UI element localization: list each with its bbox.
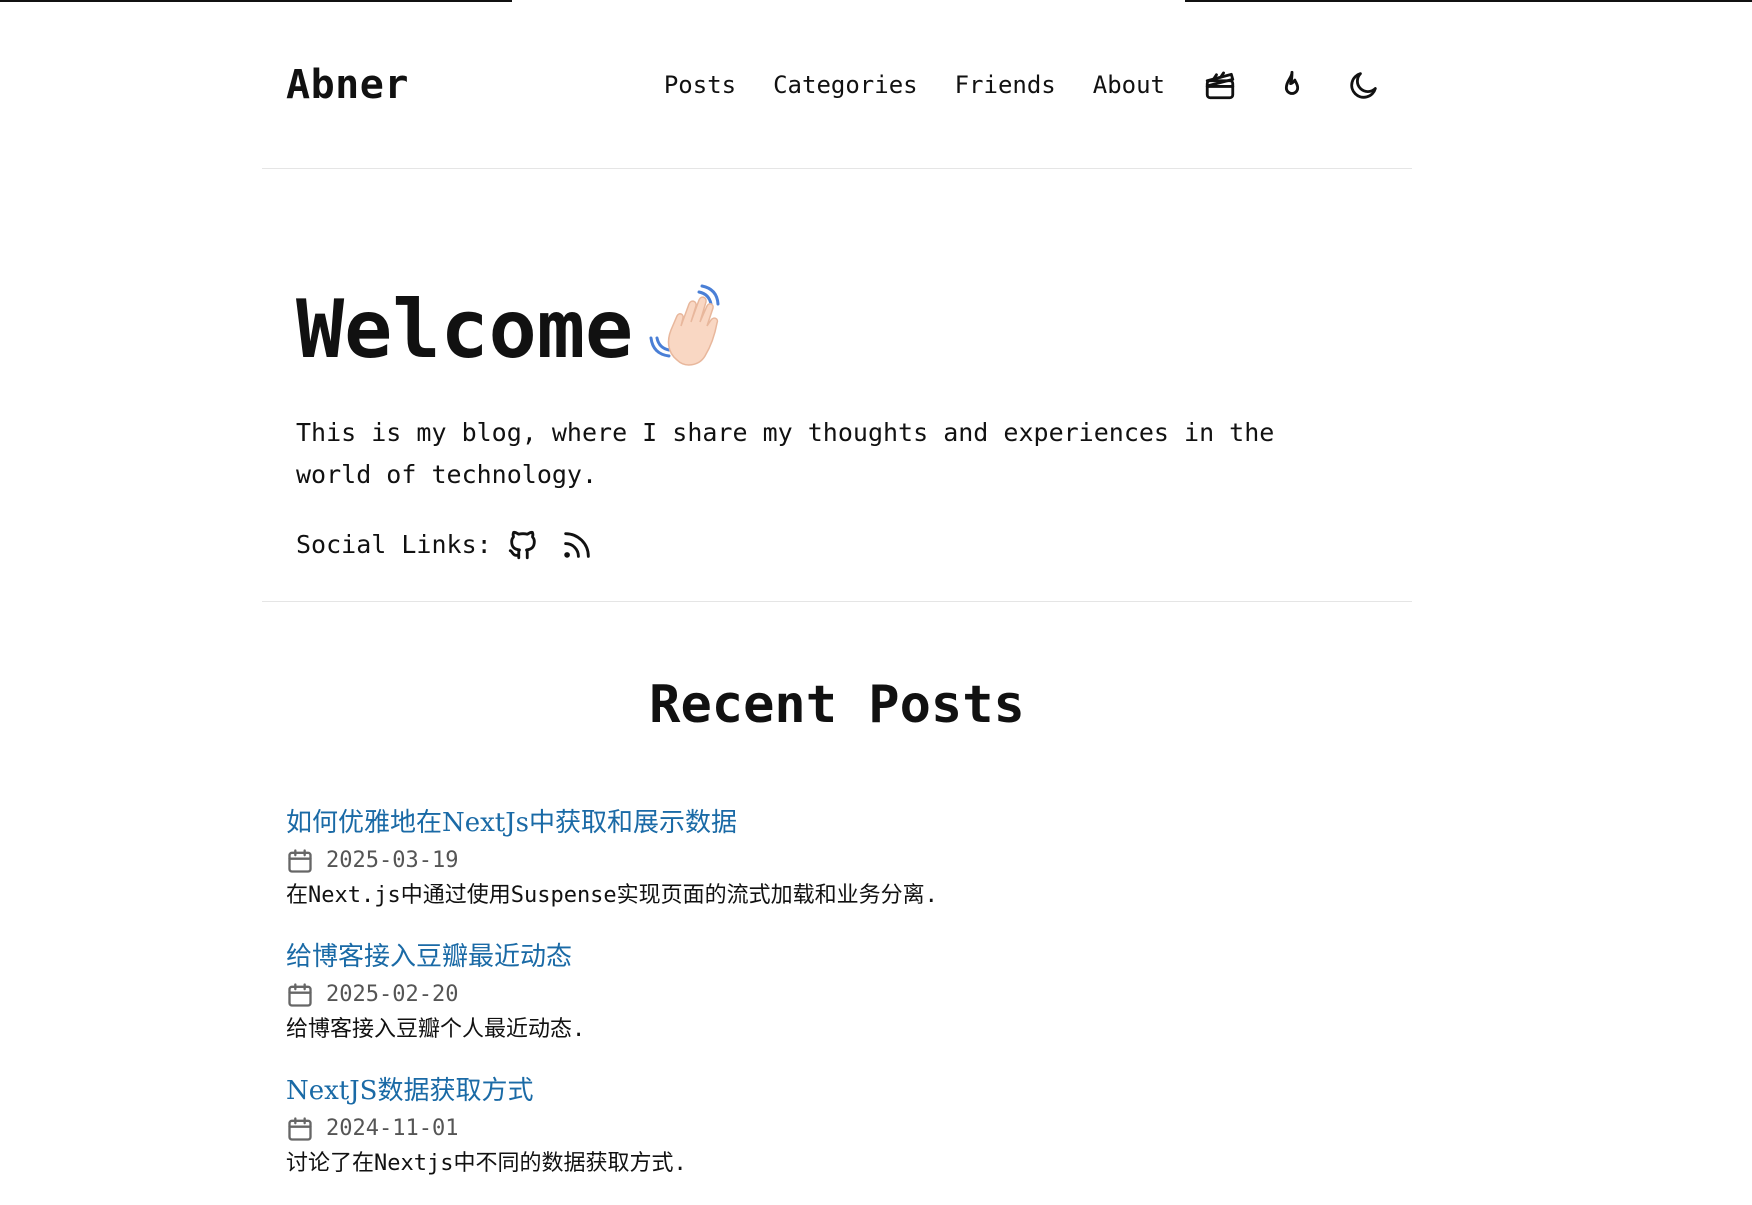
post-date-row: 2025-03-19 — [286, 843, 1386, 879]
post-date-row: 2025-02-20 — [286, 977, 1386, 1013]
page-container: Abner Posts Categories Friends About Wel… — [262, 0, 1412, 1176]
post-list: 如何优雅地在NextJs中获取和展示数据 2025-03-19 在Next.js… — [286, 803, 1386, 1205]
post-summary: 给博客接入豆瓣个人最近动态. — [286, 1017, 586, 1042]
recent-posts-heading: Recent Posts — [649, 675, 1025, 735]
post-date: 2024-11-01 — [326, 1116, 459, 1141]
post-title-link[interactable]: 如何优雅地在NextJs中获取和展示数据 — [286, 803, 1386, 843]
post-date: 2025-03-19 — [326, 848, 459, 873]
calendar-icon — [286, 1115, 314, 1143]
post-title-link[interactable]: NextJS数据获取方式 — [286, 1071, 1386, 1111]
social-links-label: Social Links: — [296, 530, 492, 559]
hero-title: Welcome — [296, 283, 634, 376]
hero-section: Welcome This is my blog, where I share m… — [262, 0, 1412, 602]
post-summary: 讨论了在Nextjs中不同的数据获取方式. — [286, 1151, 687, 1176]
post-date-row: 2024-11-01 — [286, 1111, 1386, 1147]
post-date: 2025-02-20 — [326, 982, 459, 1007]
post-item: NextJS数据获取方式 2024-11-01 讨论了在Nextjs中不同的数据… — [286, 1071, 1386, 1181]
post-summary: 在Next.js中通过使用Suspense实现页面的流式加载和业务分离. — [286, 883, 938, 908]
calendar-icon — [286, 981, 314, 1009]
social-links-row: Social Links: — [296, 522, 596, 568]
post-item: 给博客接入豆瓣最近动态 2025-02-20 给博客接入豆瓣个人最近动态. — [286, 937, 1386, 1047]
hero-description: This is my blog, where I share my though… — [296, 418, 1275, 489]
waving-hand-icon — [649, 284, 720, 366]
github-icon[interactable] — [506, 527, 542, 563]
hero-title-row: Welcome — [296, 280, 743, 380]
calendar-icon — [286, 847, 314, 875]
rss-icon[interactable] — [560, 527, 596, 563]
post-item: 如何优雅地在NextJs中获取和展示数据 2025-03-19 在Next.js… — [286, 803, 1386, 913]
post-title-link[interactable]: 给博客接入豆瓣最近动态 — [286, 937, 1386, 977]
